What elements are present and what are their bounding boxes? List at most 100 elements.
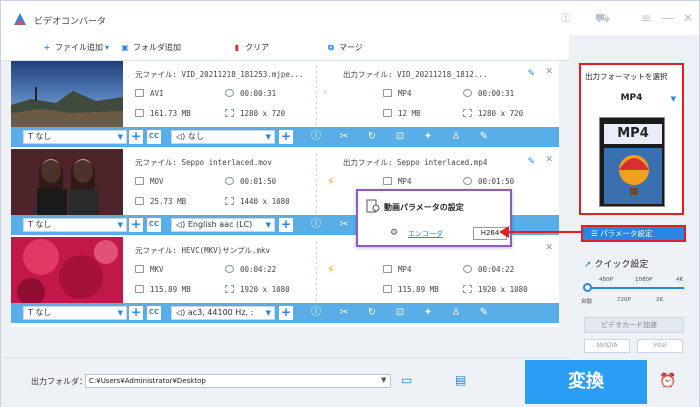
resolution-icon — [463, 285, 472, 293]
output-size-value: 12 MB — [398, 109, 421, 118]
key-icon[interactable]: ⚿ — [559, 11, 573, 25]
audio-select[interactable]: ◁) ac3, 44100 Hz, : ▼ — [171, 306, 275, 320]
watermark-icon[interactable]: ♙ — [449, 131, 463, 143]
edit-name-icon[interactable]: ✎ — [527, 157, 535, 167]
output-duration-value: 00:04:22 — [478, 265, 515, 274]
video-thumbnail[interactable] — [11, 149, 123, 215]
source-duration: 00:00:31 — [225, 89, 276, 98]
effects-icon[interactable]: ✦ — [421, 131, 435, 143]
crop-icon[interactable]: ⊡ — [393, 131, 407, 143]
video-thumbnail[interactable] — [11, 61, 123, 127]
clock-icon — [225, 265, 234, 273]
alarm-clock-icon[interactable]: ⏰ — [659, 373, 676, 389]
video-parameter-popup: 動画パラメータの設定 ⚙ エンコーダ H264 — [356, 189, 512, 247]
rotate-icon[interactable]: ↻ — [365, 131, 379, 143]
divider — [316, 241, 317, 301]
merge-button[interactable]: ⧉ マージ — [325, 41, 363, 55]
cc-button[interactable]: CC — [147, 130, 161, 144]
output-folder-field[interactable]: C:¥Users¥Administrator¥Desktop — [85, 374, 391, 388]
add-audio-button[interactable]: + — [279, 130, 293, 144]
clock-icon — [225, 177, 234, 185]
gpu-acceleration-toggle[interactable]: ビデオカード加速 — [584, 317, 684, 333]
format-icon — [135, 265, 144, 273]
resolution-icon — [225, 109, 234, 117]
effects-icon[interactable]: ✦ — [421, 307, 435, 319]
menu-icon[interactable]: ≡ — [639, 11, 653, 25]
convert-button[interactable]: 変換 — [525, 360, 647, 404]
format-icon — [383, 89, 392, 97]
quality-tick-label: 1080P — [635, 277, 653, 283]
cart-icon[interactable]: ⛟ — [595, 11, 610, 25]
remove-row-icon[interactable]: ✕ — [545, 243, 553, 253]
output-format-panel[interactable]: 出力フォーマットを選択 MP4 ▼ MP4 — [579, 63, 684, 215]
speaker-icon: ◁) — [176, 132, 188, 141]
format-icon — [135, 89, 144, 97]
info-icon[interactable]: ⓘ — [309, 219, 323, 231]
audio-value: English aac (LC) — [187, 220, 253, 229]
cut-icon[interactable]: ✂ — [337, 131, 351, 143]
source-duration-value: 00:04:22 — [240, 265, 277, 274]
quality-slider[interactable] — [584, 287, 684, 289]
chevron-down-icon: ▼ — [117, 221, 123, 229]
rocket-icon: ➚ — [584, 260, 595, 270]
quality-slider-handle[interactable] — [583, 283, 592, 292]
audio-select[interactable]: ◁) English aac (LC) ▼ — [171, 218, 275, 232]
add-file-button[interactable]: + ファイル追加 — [41, 41, 103, 55]
cc-button[interactable]: CC — [147, 306, 161, 320]
cut-icon[interactable]: ✂ — [337, 307, 351, 319]
rotate-icon[interactable]: ↻ — [365, 307, 379, 319]
divider — [316, 153, 317, 213]
resolution-icon — [463, 109, 472, 117]
folder-open-icon[interactable]: ▭ — [401, 373, 412, 387]
info-icon[interactable]: ⓘ — [309, 307, 323, 319]
output-format-select[interactable]: MP4 — [583, 93, 680, 107]
popup-title: 動画パラメータの設定 — [384, 203, 464, 212]
edit-name-icon[interactable]: ✎ — [527, 69, 535, 79]
edit-icon[interactable]: ✎ — [477, 131, 491, 143]
add-audio-button[interactable]: + — [279, 306, 293, 320]
subtitle-select[interactable]: T なし ▼ — [23, 130, 127, 144]
source-resolution-value: 1280 x 720 — [240, 109, 286, 118]
row-control-bar: T なし ▼ + CC ◁) ac3, 44100 Hz, : ▼ + ⓘ ✂ ↻ … — [11, 303, 559, 323]
parameter-settings-button[interactable]: ☰ パラメータ設定 — [581, 225, 686, 242]
chevron-down-icon: ▼ — [265, 309, 271, 317]
quality-tick-label: 720P — [617, 297, 631, 303]
video-thumbnail[interactable] — [11, 237, 123, 303]
audio-select[interactable]: ◁) なし ▼ — [171, 130, 275, 144]
add-subtitle-button[interactable]: + — [129, 218, 143, 232]
source-format-value: MOV — [150, 177, 164, 186]
folder-browse-icon[interactable]: ▤ — [455, 373, 466, 387]
add-subtitle-button[interactable]: + — [129, 306, 143, 320]
file-row[interactable]: 元ファイル: HEVC(MKV)サンプル.mkv MKV 00:04:22 11… — [11, 237, 559, 325]
remove-row-icon[interactable]: ✕ — [545, 67, 553, 77]
source-size: 25.73 MB — [135, 197, 186, 206]
close-window-icon[interactable]: ✕ — [681, 11, 695, 25]
chevron-down-icon[interactable]: ▼ — [381, 376, 386, 384]
quality-tick-label: 2K — [656, 297, 664, 303]
file-row[interactable]: 元ファイル: VID_20211218_181253.mjpe... AVI 0… — [11, 61, 559, 149]
add-subtitle-button[interactable]: + — [129, 130, 143, 144]
minimize-icon[interactable]: — — [661, 11, 675, 25]
remove-row-icon[interactable]: ✕ — [545, 155, 553, 165]
edit-icon[interactable]: ✎ — [477, 307, 491, 319]
chevron-down-icon: ▼ — [117, 133, 123, 141]
clock-icon — [463, 265, 472, 273]
crop-icon[interactable]: ⊡ — [393, 307, 407, 319]
output-resolution-value: 1280 x 720 — [478, 109, 524, 118]
mp4-format-icon[interactable]: MP4 — [599, 117, 665, 207]
gpu-boost-icon: ⚡ — [327, 175, 335, 188]
subtitle-select[interactable]: T なし ▼ — [23, 306, 127, 320]
cc-button[interactable]: CC — [147, 218, 161, 232]
add-audio-button[interactable]: + — [279, 218, 293, 232]
annotation-arrow — [499, 226, 583, 238]
add-folder-label: フォルダ追加 — [133, 43, 181, 52]
add-folder-button[interactable]: ▣ フォルダ追加 — [119, 41, 181, 55]
watermark-icon[interactable]: ♙ — [449, 307, 463, 319]
clock-icon — [463, 177, 472, 185]
clear-button[interactable]: ▮ クリア — [231, 41, 269, 55]
info-icon[interactable]: ⓘ — [309, 131, 323, 143]
output-format-label: 出力フォーマットを選択 — [585, 72, 668, 81]
cut-icon[interactable]: ✂ — [337, 219, 351, 231]
add-file-dropdown-icon[interactable]: ▾ — [105, 41, 115, 55]
subtitle-select[interactable]: T なし ▼ — [23, 218, 127, 232]
